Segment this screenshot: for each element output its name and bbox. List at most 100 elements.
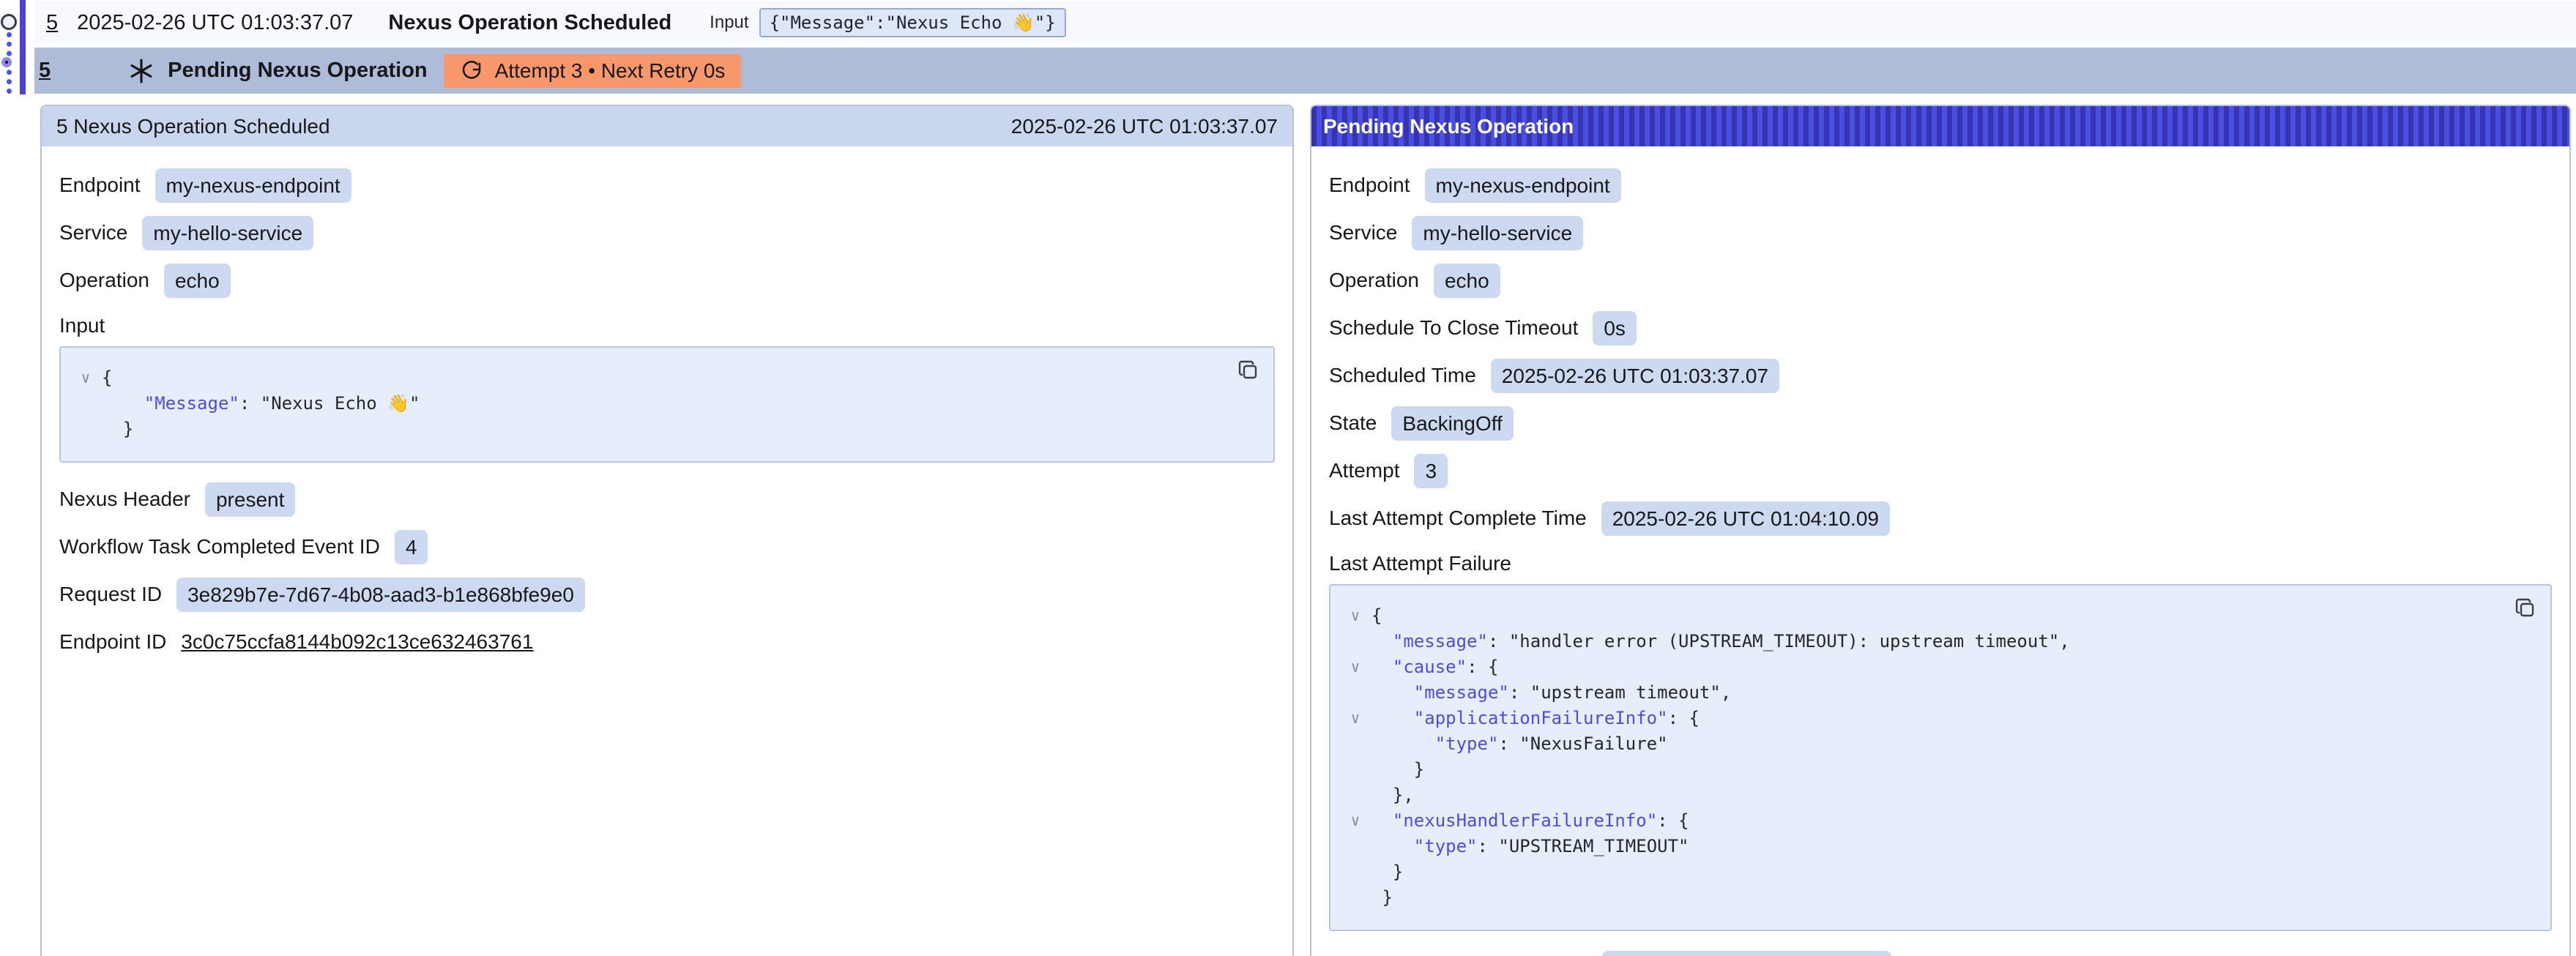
workflow-history-screen: 5 2025-02-26 UTC 01:03:37.07 Nexus Opera… [0,0,2576,956]
timeline-active-bar [20,0,26,94]
collapse-chevron-icon[interactable]: ∨ [1339,603,1371,629]
field-value-badge: present [205,482,295,517]
collapse-chevron-icon[interactable]: ∨ [70,365,102,391]
field-row-service: Service my-hello-service [1329,215,2552,250]
copy-button[interactable] [2514,596,2539,621]
field-label: Endpoint [1329,173,1410,197]
json-line: "Message": "Nexus Echo 👋" [70,391,1222,417]
input-section-label: Input [59,314,1275,337]
event-detail-panel-timestamp: 2025-02-26 UTC 01:03:37.07 [1011,115,1278,138]
retry-status-badge: Attempt 3 • Next Retry 0s [444,54,742,88]
field-label: Schedule To Close Timeout [1329,316,1578,340]
field-value-badge: echo [164,264,231,298]
field-row-request-id: Request ID 3e829b7e-7d67-4b08-aad3-b1e86… [59,577,1275,612]
field-row-operation: Operation echo [59,263,1275,298]
field-label: Endpoint [59,173,141,197]
field-row-endpoint-id: Endpoint ID 3c0c75ccfa8144b092c13ce63246… [59,624,1275,660]
field-label: Service [1329,221,1397,244]
field-label: Operation [59,269,149,292]
input-json-viewer: ∨{ "Message": "Nexus Echo 👋" } [59,346,1275,463]
field-label: Scheduled Time [1329,364,1476,387]
field-row-last-attempt-complete-time: Last Attempt Complete Time 2025-02-26 UT… [1329,501,2552,536]
retry-badge-text: Attempt 3 • Next Retry 0s [495,59,726,83]
json-line: "type": "UPSTREAM_TIMEOUT" [1339,834,2499,859]
retry-icon [460,59,483,83]
event-detail-panel: 5 Nexus Operation Scheduled 2025-02-26 U… [40,105,1294,956]
field-label: Workflow Task Completed Event ID [59,535,380,559]
event-input-label: Input [710,12,748,33]
failure-json-viewer: ∨{ "message": "handler error (UPSTREAM_T… [1329,584,2552,931]
field-value-badge: 3 [1414,454,1448,488]
pending-operation-panel-header: Pending Nexus Operation [1311,106,2569,146]
nexus-asterisk-icon [128,58,155,84]
collapse-chevron-icon[interactable]: ∨ [1339,654,1371,680]
timeline-open-marker-icon [1,14,17,30]
field-value-badge: 2025-02-26 UTC 01:03:37.07 [1491,359,1779,393]
field-label: Operation [1329,269,1419,292]
json-line: ∨ "applicationFailureInfo": { [1339,706,2499,731]
event-row-pending-nexus-operation[interactable]: 5 Pending Nexus Operation Attempt 3 • Ne… [34,48,2576,94]
json-line: ∨ "nexusHandlerFailureInfo": { [1339,808,2499,834]
field-value-badge: 2025-02-26 UTC 01:04:10.09 [1601,501,1890,536]
field-label: Attempt [1329,459,1399,482]
field-row-endpoint: Endpoint my-nexus-endpoint [1329,168,2552,203]
copy-button[interactable] [1237,358,1262,383]
json-line: "message": "upstream timeout", [1339,680,2499,706]
json-line: ∨{ [1339,603,2499,629]
timeline-filled-marker-icon [1,57,12,67]
event-detail-panel-body: Endpoint my-nexus-endpoint Service my-he… [42,146,1292,687]
pending-operation-panel-body: Endpoint my-nexus-endpoint Service my-he… [1311,146,2569,956]
field-value-badge: echo [1434,264,1500,298]
failure-section-label: Last Attempt Failure [1329,552,2552,575]
json-line: } [70,417,1222,442]
event-id-link[interactable]: 5 [46,11,58,35]
json-line: "message": "handler error (UPSTREAM_TIME… [1339,629,2499,654]
field-row-service: Service my-hello-service [59,215,1275,250]
chevron-spacer [70,391,102,417]
pending-event-id-link[interactable]: 5 [39,59,51,83]
field-row-next-attempt-schedule-time: Next Attempt Schedule Time 2025-02-26 UT… [1329,950,2552,956]
json-line: } [1339,859,2499,885]
field-row-endpoint: Endpoint my-nexus-endpoint [59,168,1275,203]
chevron-spacer [1339,731,1371,757]
event-input-preview-chip[interactable]: {"Message":"Nexus Echo 👋"} [759,8,1066,37]
field-value-badge: my-nexus-endpoint [155,168,351,203]
field-label: Service [59,221,127,244]
chevron-spacer [1339,629,1371,654]
json-line: } [1339,757,2499,783]
event-timestamp: 2025-02-26 UTC 01:03:37.07 [77,11,353,35]
json-line: } [1339,885,2499,911]
field-value-badge: my-hello-service [142,216,313,250]
field-row-scheduled-time: Scheduled Time 2025-02-26 UTC 01:03:37.0… [1329,358,2552,393]
field-row-state: State BackingOff [1329,406,2552,441]
field-value-badge: 3e829b7e-7d67-4b08-aad3-b1e868bfe9e0 [176,578,585,612]
field-label: Request ID [59,583,162,606]
field-row-operation: Operation echo [1329,263,2552,298]
event-row-nexus-operation-scheduled[interactable]: 5 2025-02-26 UTC 01:03:37.07 Nexus Opera… [34,1,2576,44]
json-line: ∨{ [70,365,1222,391]
field-value-badge: my-hello-service [1412,216,1583,250]
collapse-chevron-icon[interactable]: ∨ [1339,808,1371,834]
endpoint-id-link[interactable]: 3c0c75ccfa8144b092c13ce632463761 [181,630,533,654]
json-line: ∨ "cause": { [1339,654,2499,680]
field-value-badge: BackingOff [1391,406,1513,441]
pending-event-title: Pending Nexus Operation [168,59,428,83]
field-row-nexus-header: Nexus Header present [59,482,1275,517]
event-detail-panel-title: 5 Nexus Operation Scheduled [56,115,330,138]
chevron-spacer [70,417,102,442]
collapse-chevron-icon[interactable]: ∨ [1339,706,1371,731]
field-row-workflow-task-completed-event-id: Workflow Task Completed Event ID 4 [59,529,1275,564]
event-title: Nexus Operation Scheduled [388,11,671,35]
field-label: Endpoint ID [59,630,166,654]
chevron-spacer [1339,783,1371,808]
field-label: Last Attempt Complete Time [1329,507,1587,530]
json-line: }, [1339,783,2499,808]
field-label: Nexus Header [59,488,190,511]
chevron-spacer [1339,757,1371,783]
field-value-badge: 0s [1593,311,1637,346]
pending-operation-panel: Pending Nexus Operation Endpoint my-nexu… [1310,105,2571,956]
field-value-badge: 2025-02-26 UTC 01:04:13.93 [1602,951,1891,956]
event-detail-panel-header: 5 Nexus Operation Scheduled 2025-02-26 U… [42,106,1292,146]
pending-operation-panel-title: Pending Nexus Operation [1323,115,1574,138]
chevron-spacer [1339,885,1371,911]
